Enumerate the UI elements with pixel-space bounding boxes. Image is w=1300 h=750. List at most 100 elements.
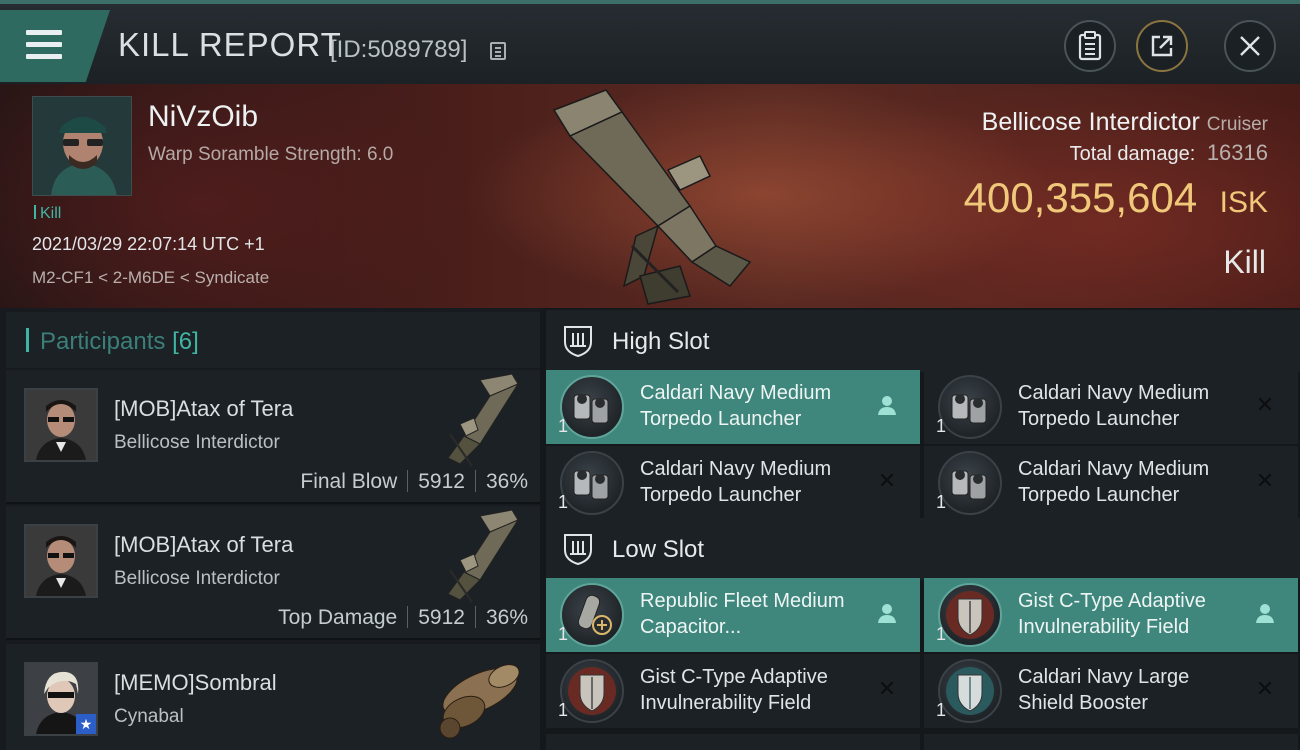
- participant-ship-image: [447, 510, 520, 603]
- shield-booster-icon: [938, 659, 1002, 723]
- participant-avatar: [24, 524, 98, 598]
- participant-row[interactable]: [MOB]Atax of Tera Bellicose Interdictor …: [6, 370, 540, 504]
- item-name: Caldari Navy Medium Torpedo Launcher: [1018, 458, 1210, 506]
- item-name: Gist C-Type Adaptive Invulnerability Fie…: [1018, 590, 1206, 638]
- participants-count: [6]: [172, 328, 199, 355]
- victim-ship-name: Bellicose Interdictor: [981, 108, 1200, 136]
- participants-panel: Participants [6] [MOB]Atax of Tera Belli…: [0, 308, 540, 750]
- fitted-item[interactable]: 1 Gist C-Type Adaptive Invulnerability F…: [546, 654, 920, 728]
- fitted-item[interactable]: [924, 734, 1298, 750]
- participant-role: Final Blow: [300, 470, 398, 493]
- invulnerability-field-icon: [938, 583, 1002, 647]
- participant-name: [MOB]Atax of Tera: [114, 396, 294, 421]
- item-name: Republic Fleet Medium Capacitor...: [640, 590, 845, 638]
- item-name: Caldari Navy Medium Torpedo Launcher: [1018, 382, 1210, 430]
- share-button[interactable]: [1136, 20, 1188, 72]
- item-quantity: 1: [558, 700, 569, 720]
- x-icon: ✕: [877, 676, 897, 701]
- kill-tag: Kill: [34, 205, 61, 223]
- low-slot-header: Low Slot: [546, 518, 1300, 580]
- x-icon: ✕: [1255, 392, 1275, 417]
- isk-value: 400,355,604 ISK: [964, 174, 1268, 222]
- participant-stats: Final Blow 5912 36%: [300, 470, 528, 494]
- torpedo-launcher-icon: [938, 375, 1002, 439]
- torpedo-launcher-icon: [560, 451, 624, 515]
- fitting-panel: High Slot 1 Caldari Navy Medium Torpedo …: [540, 308, 1300, 750]
- clipboard-icon: [1078, 31, 1102, 61]
- item-quantity: 1: [558, 624, 569, 644]
- page-title: KILL REPORT: [118, 26, 342, 63]
- kill-timestamp: 2021/03/29 22:07:14 UTC +1: [32, 234, 265, 254]
- fitted-item[interactable]: 1 Caldari Navy Large Shield Booster ✕: [924, 654, 1298, 728]
- close-button[interactable]: [1224, 20, 1276, 72]
- x-icon: ✕: [877, 468, 897, 493]
- clipboard-button[interactable]: [1064, 20, 1116, 72]
- victim-name[interactable]: NiVzOib: [148, 100, 258, 134]
- item-quantity: 1: [558, 416, 569, 436]
- fitted-item[interactable]: 1 Caldari Navy Medium Torpedo Launcher ✕: [546, 446, 920, 520]
- item-name: Caldari Navy Large Shield Booster: [1018, 666, 1190, 714]
- total-damage-value: 16316: [1206, 140, 1268, 165]
- fitted-item[interactable]: 1 Caldari Navy Medium Torpedo Launcher ✕: [924, 370, 1298, 444]
- participant-row[interactable]: [MOB]Atax of Tera Bellicose Interdictor …: [6, 506, 540, 640]
- star-badge-icon: ★: [76, 714, 96, 734]
- item-quantity: 1: [936, 624, 947, 644]
- fitted-item[interactable]: 1 Caldari Navy Medium Torpedo Launcher: [546, 370, 920, 444]
- title-bar: KILL REPORT [ID:5089789]: [0, 0, 1300, 84]
- participant-damage: 5912: [418, 606, 465, 629]
- x-icon: ✕: [1255, 676, 1275, 701]
- report-id: [ID:5089789]: [330, 36, 468, 63]
- victim-ship[interactable]: Bellicose Interdictor Cruiser: [982, 108, 1268, 137]
- item-quantity: 1: [558, 492, 569, 512]
- victim-subtitle: Warp Soramble Strength: 6.0: [148, 144, 394, 165]
- item-name: Gist C-Type Adaptive Invulnerability Fie…: [640, 666, 828, 714]
- participants-label: Participants: [40, 328, 166, 355]
- menu-icon: [26, 30, 62, 60]
- fitted-item[interactable]: 1 Gist C-Type Adaptive Invulnerability F…: [924, 578, 1298, 652]
- item-quantity: 1: [936, 416, 947, 436]
- high-slot-label: High Slot: [612, 328, 710, 355]
- close-icon: [1240, 36, 1260, 56]
- pilot-icon: [876, 602, 898, 624]
- participant-avatar: ★: [24, 662, 98, 736]
- victim-ship-image: [552, 89, 752, 305]
- fitted-item[interactable]: [546, 734, 920, 750]
- participant-ship: Bellicose Interdictor: [114, 432, 280, 453]
- isk-amount: 400,355,604: [963, 174, 1198, 221]
- slot-shield-icon: [564, 326, 592, 358]
- participant-damage: 5912: [418, 470, 465, 493]
- invulnerability-field-icon: [560, 659, 624, 723]
- capacitor-icon: [560, 583, 624, 647]
- participant-percent: 36%: [485, 606, 528, 629]
- menu-button[interactable]: [0, 10, 110, 82]
- copy-icon[interactable]: [490, 42, 506, 60]
- pilot-icon: [876, 394, 898, 416]
- participant-ship: Bellicose Interdictor: [114, 568, 280, 589]
- participants-header: Participants [6]: [6, 312, 540, 368]
- item-name: Caldari Navy Medium Torpedo Launcher: [640, 382, 832, 430]
- low-slot-label: Low Slot: [612, 536, 705, 563]
- kill-location[interactable]: M2-CF1 < 2-M6DE < Syndicate: [32, 268, 269, 288]
- item-quantity: 1: [936, 492, 947, 512]
- torpedo-launcher-icon: [938, 451, 1002, 515]
- participant-ship-image: [447, 374, 520, 467]
- kill-summary-banner: NiVzOib Warp Soramble Strength: 6.0 Kill…: [0, 84, 1300, 308]
- item-quantity: 1: [936, 700, 947, 720]
- participant-name: [MEMO]Sombral: [114, 670, 277, 695]
- participant-role: Top Damage: [278, 606, 398, 629]
- fitted-item[interactable]: 1 Caldari Navy Medium Torpedo Launcher ✕: [924, 446, 1298, 520]
- participant-row[interactable]: ★ [MEMO]Sombral Cynabal: [6, 644, 540, 750]
- high-slot-header: High Slot: [546, 310, 1300, 372]
- share-icon: [1151, 35, 1173, 57]
- torpedo-launcher-icon: [560, 375, 624, 439]
- result-label: Kill: [1223, 244, 1266, 280]
- pilot-icon: [1254, 602, 1276, 624]
- participant-ship: Cynabal: [114, 706, 184, 727]
- participant-percent: 36%: [485, 470, 528, 493]
- participant-ship-image: [439, 664, 520, 739]
- slot-shield-icon: [564, 534, 592, 566]
- fitted-item[interactable]: 1 Republic Fleet Medium Capacitor...: [546, 578, 920, 652]
- participant-name: [MOB]Atax of Tera: [114, 532, 294, 557]
- x-icon: ✕: [1255, 468, 1275, 493]
- victim-avatar[interactable]: [32, 96, 132, 196]
